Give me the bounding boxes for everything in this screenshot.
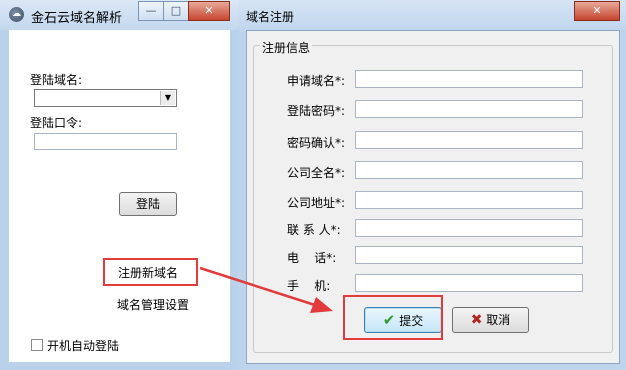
register-window-title: 域名注册 (246, 10, 295, 24)
field-label-confirm: 密码确认*: (287, 136, 346, 150)
login-window: ☁ 金石云域名解析 — □ ✕ 登陆域名: ▼ 登陆口令: 登陆 注册新域名 域… (0, 0, 239, 370)
register-link-highlight (103, 258, 198, 286)
close-button[interactable]: ✕ (188, 1, 230, 21)
register-close-button[interactable]: ✕ (574, 1, 620, 21)
field-domain-input[interactable] (355, 70, 583, 88)
domain-label: 登陆域名: (30, 73, 83, 87)
field-contact-input[interactable] (355, 219, 583, 237)
field-mobile-input[interactable] (355, 274, 583, 292)
field-label-company: 公司全名*: (287, 166, 346, 180)
dropdown-arrow-icon[interactable]: ▼ (160, 91, 175, 105)
field-phone-input[interactable] (355, 246, 583, 264)
autostart-checkbox[interactable] (31, 339, 43, 351)
registration-group-title: 注册信息 (260, 39, 313, 56)
password-label: 登陆口令: (30, 116, 83, 130)
field-label-password: 登陆密码*: (287, 104, 346, 118)
x-icon: ✖ (470, 312, 483, 328)
cancel-button[interactable]: ✖ 取消 (452, 307, 529, 333)
field-label-contact: 联 系 人*: (287, 223, 341, 237)
field-label-mobile: 手 机: (287, 279, 331, 293)
field-confirm-input[interactable] (355, 131, 583, 149)
domain-select[interactable]: ▼ (34, 89, 177, 107)
field-label-phone: 电 话*: (287, 251, 337, 265)
login-titlebar[interactable]: ☁ 金石云域名解析 — □ ✕ (0, 0, 238, 30)
autostart-label: 开机自动登陆 (47, 339, 120, 353)
register-titlebar[interactable]: 域名注册 ✕ (238, 0, 626, 30)
field-address-input[interactable] (355, 191, 583, 209)
field-label-domain: 申请域名*: (287, 74, 346, 88)
field-label-address: 公司地址*: (287, 196, 346, 210)
maximize-button[interactable]: □ (163, 1, 189, 21)
submit-button-highlight (343, 295, 443, 340)
login-panel: 登陆域名: ▼ 登陆口令: 登陆 注册新域名 域名管理设置 开机自动登陆 (9, 30, 230, 362)
field-company-input[interactable] (355, 161, 583, 179)
login-window-title: 金石云域名解析 (31, 11, 123, 26)
domain-settings-link[interactable]: 域名管理设置 (117, 296, 189, 313)
password-input[interactable] (34, 133, 177, 150)
field-password-input[interactable] (355, 100, 583, 118)
cloud-app-icon: ☁ (9, 7, 24, 22)
minimize-button[interactable]: — (138, 1, 164, 21)
cancel-button-label: 取消 (486, 313, 511, 327)
login-button[interactable]: 登陆 (119, 192, 177, 216)
